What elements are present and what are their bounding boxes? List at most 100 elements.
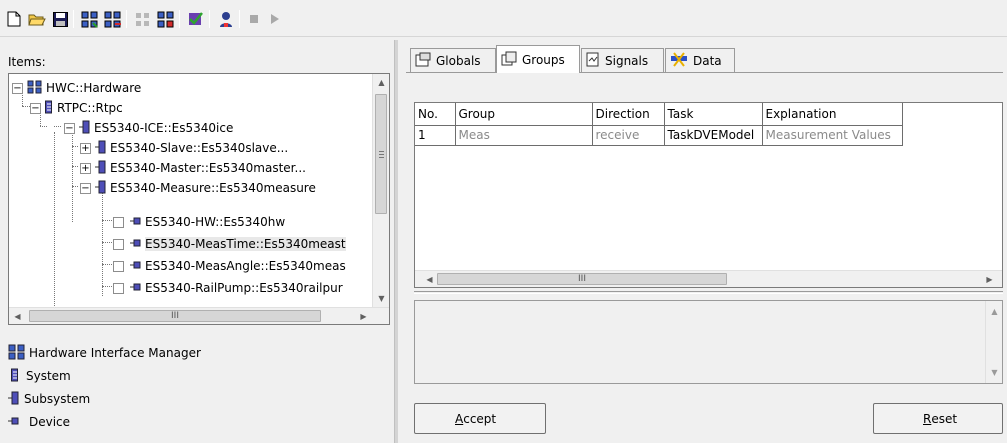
user-icon[interactable]	[216, 10, 236, 28]
globals-icon	[415, 52, 431, 70]
expand-toggle[interactable]: +	[80, 162, 91, 174]
cell-explanation[interactable]: Measurement Values	[762, 125, 903, 146]
subsystem-icon	[95, 180, 107, 197]
new-file-icon[interactable]	[4, 10, 24, 28]
reset-button[interactable]: Reset	[873, 403, 1003, 434]
column-header-explanation[interactable]: Explanation	[762, 103, 903, 126]
item-checkbox[interactable]	[113, 216, 124, 228]
module-add-icon[interactable]	[156, 10, 176, 28]
tab-label: Globals	[436, 53, 481, 68]
stop-icon[interactable]	[244, 10, 264, 28]
module-disabled-icon[interactable]	[133, 10, 153, 28]
open-folder-icon[interactable]	[27, 10, 47, 28]
tab-signals[interactable]: Signals	[581, 48, 664, 72]
collapse-toggle[interactable]: −	[30, 102, 41, 114]
tree-vertical-scrollbar[interactable]: ▲ ▼	[372, 74, 389, 307]
detail-text-area[interactable]: ▲ ▼	[414, 300, 1003, 384]
check-icon[interactable]	[186, 10, 206, 28]
table-horizontal-scrollbar[interactable]: ◀ III ▶	[415, 270, 1002, 287]
scroll-up-icon[interactable]: ▲	[373, 74, 389, 91]
tree-item[interactable]: − RTPC::Rtpc	[30, 98, 123, 118]
scroll-left-icon[interactable]: ◀	[9, 308, 26, 324]
tree-item[interactable]: ES5340-HW::Es5340hw	[113, 212, 371, 232]
system-icon	[11, 368, 20, 385]
scroll-down-icon[interactable]: ▼	[373, 290, 389, 307]
system-icon	[45, 100, 54, 117]
items-label: Items:	[8, 55, 46, 69]
tab-label: Data	[693, 53, 722, 68]
collapse-toggle[interactable]: −	[12, 82, 23, 94]
item-checkbox[interactable]	[113, 260, 124, 272]
hardware-interface-manager-icon	[8, 344, 26, 363]
scroll-left-icon[interactable]: ◀	[421, 271, 438, 287]
tab-globals[interactable]: Globals	[410, 48, 496, 72]
tree-item-label: ES5340-RailPump::Es5340railpur	[145, 281, 343, 295]
play-icon[interactable]	[264, 10, 284, 28]
toolbar	[0, 0, 1007, 36]
column-header-no[interactable]: No.	[415, 103, 456, 126]
legend-hardware-interface-manager: Hardware Interface Manager	[8, 343, 201, 363]
horizontal-splitter[interactable]	[414, 291, 1003, 294]
groups-grid: No. Group Direction Task Explanation 1 M…	[415, 103, 903, 146]
subsystem-icon	[79, 120, 91, 137]
cell-task[interactable]: TaskDVEModel	[664, 125, 763, 146]
detail-vertical-scrollbar[interactable]: ▲ ▼	[985, 301, 1002, 383]
legend-subsystem: Subsystem	[8, 389, 90, 409]
tree-item-label: ES5340-Master::Es5340master...	[110, 161, 306, 175]
hardware-tree[interactable]: − HWC::Hardware − RTPC::Rtpc − ES5340-IC…	[8, 73, 390, 325]
cell-direction[interactable]: receive	[592, 125, 665, 146]
device-icon	[130, 259, 142, 273]
hardware-interface-manager-icon	[27, 80, 43, 97]
tree-hscroll-thumb[interactable]: III	[29, 310, 321, 322]
item-checkbox[interactable]	[113, 238, 124, 250]
tree-item[interactable]: ES5340-MeasAngle::Es5340meas	[113, 256, 371, 276]
tree-item-label: ES5340-Measure::Es5340measure	[110, 181, 316, 195]
legend-label: Hardware Interface Manager	[29, 346, 201, 360]
tree-item[interactable]: ES5340-RailPump::Es5340railpur	[113, 278, 371, 298]
column-header-direction[interactable]: Direction	[592, 103, 665, 126]
device-icon	[8, 415, 20, 429]
legend-label: Device	[29, 415, 71, 429]
scroll-right-icon[interactable]: ▶	[981, 271, 998, 287]
scroll-right-icon[interactable]: ▶	[355, 308, 372, 324]
tree-item-label: ES5340-ICE::Es5340ice	[94, 121, 234, 135]
tree-horizontal-scrollbar[interactable]: ◀ III ▶	[9, 307, 389, 324]
column-header-group[interactable]: Group	[455, 103, 593, 126]
collapse-toggle[interactable]: −	[64, 122, 75, 134]
tree-item[interactable]: − HWC::Hardware	[12, 78, 141, 98]
panel-splitter[interactable]	[394, 40, 398, 443]
accept-label: ccept	[463, 411, 497, 426]
tree-item[interactable]: + ES5340-Master::Es5340master...	[78, 158, 368, 178]
tree-item[interactable]: ES5340-MeasTime::Es5340meast	[113, 234, 371, 254]
hardware-add-icon[interactable]	[80, 10, 100, 28]
subsystem-icon	[95, 140, 107, 157]
tree-item[interactable]: − ES5340-Measure::Es5340measure	[78, 178, 368, 198]
scroll-down-icon[interactable]: ▼	[986, 364, 1003, 381]
table-row[interactable]: 1 Meas receive TaskDVEModel Measurement …	[415, 125, 903, 146]
groups-icon	[501, 51, 517, 69]
item-checkbox[interactable]	[113, 282, 124, 294]
tree-item-label: RTPC::Rtpc	[57, 101, 123, 115]
hardware-remove-icon[interactable]	[103, 10, 123, 28]
tree-item[interactable]: + ES5340-Slave::Es5340slave...	[78, 138, 368, 158]
cell-no[interactable]: 1	[415, 125, 456, 146]
expand-toggle[interactable]: +	[80, 142, 91, 154]
tree-item-label: ES5340-MeasAngle::Es5340meas	[145, 259, 346, 273]
tab-groups[interactable]: Groups	[496, 45, 580, 73]
tree-item[interactable]: − ES5340-ICE::Es5340ice	[64, 118, 233, 138]
accept-button[interactable]: Accept	[414, 403, 546, 434]
device-icon	[130, 215, 142, 229]
save-icon[interactable]	[50, 10, 70, 28]
groups-table[interactable]: No. Group Direction Task Explanation 1 M…	[414, 102, 1003, 288]
cell-group[interactable]: Meas	[455, 125, 593, 146]
tab-label: Groups	[522, 52, 565, 67]
tree-item-label: HWC::Hardware	[46, 81, 142, 95]
tab-label: Signals	[605, 53, 649, 68]
table-hscroll-thumb[interactable]: III	[437, 273, 727, 285]
scroll-up-icon[interactable]: ▲	[986, 303, 1003, 320]
collapse-toggle[interactable]: −	[80, 182, 91, 194]
tab-data[interactable]: Data	[665, 48, 735, 72]
column-header-task[interactable]: Task	[664, 103, 763, 126]
tree-vscroll-thumb[interactable]	[375, 94, 387, 214]
legend-device: Device	[8, 412, 70, 432]
